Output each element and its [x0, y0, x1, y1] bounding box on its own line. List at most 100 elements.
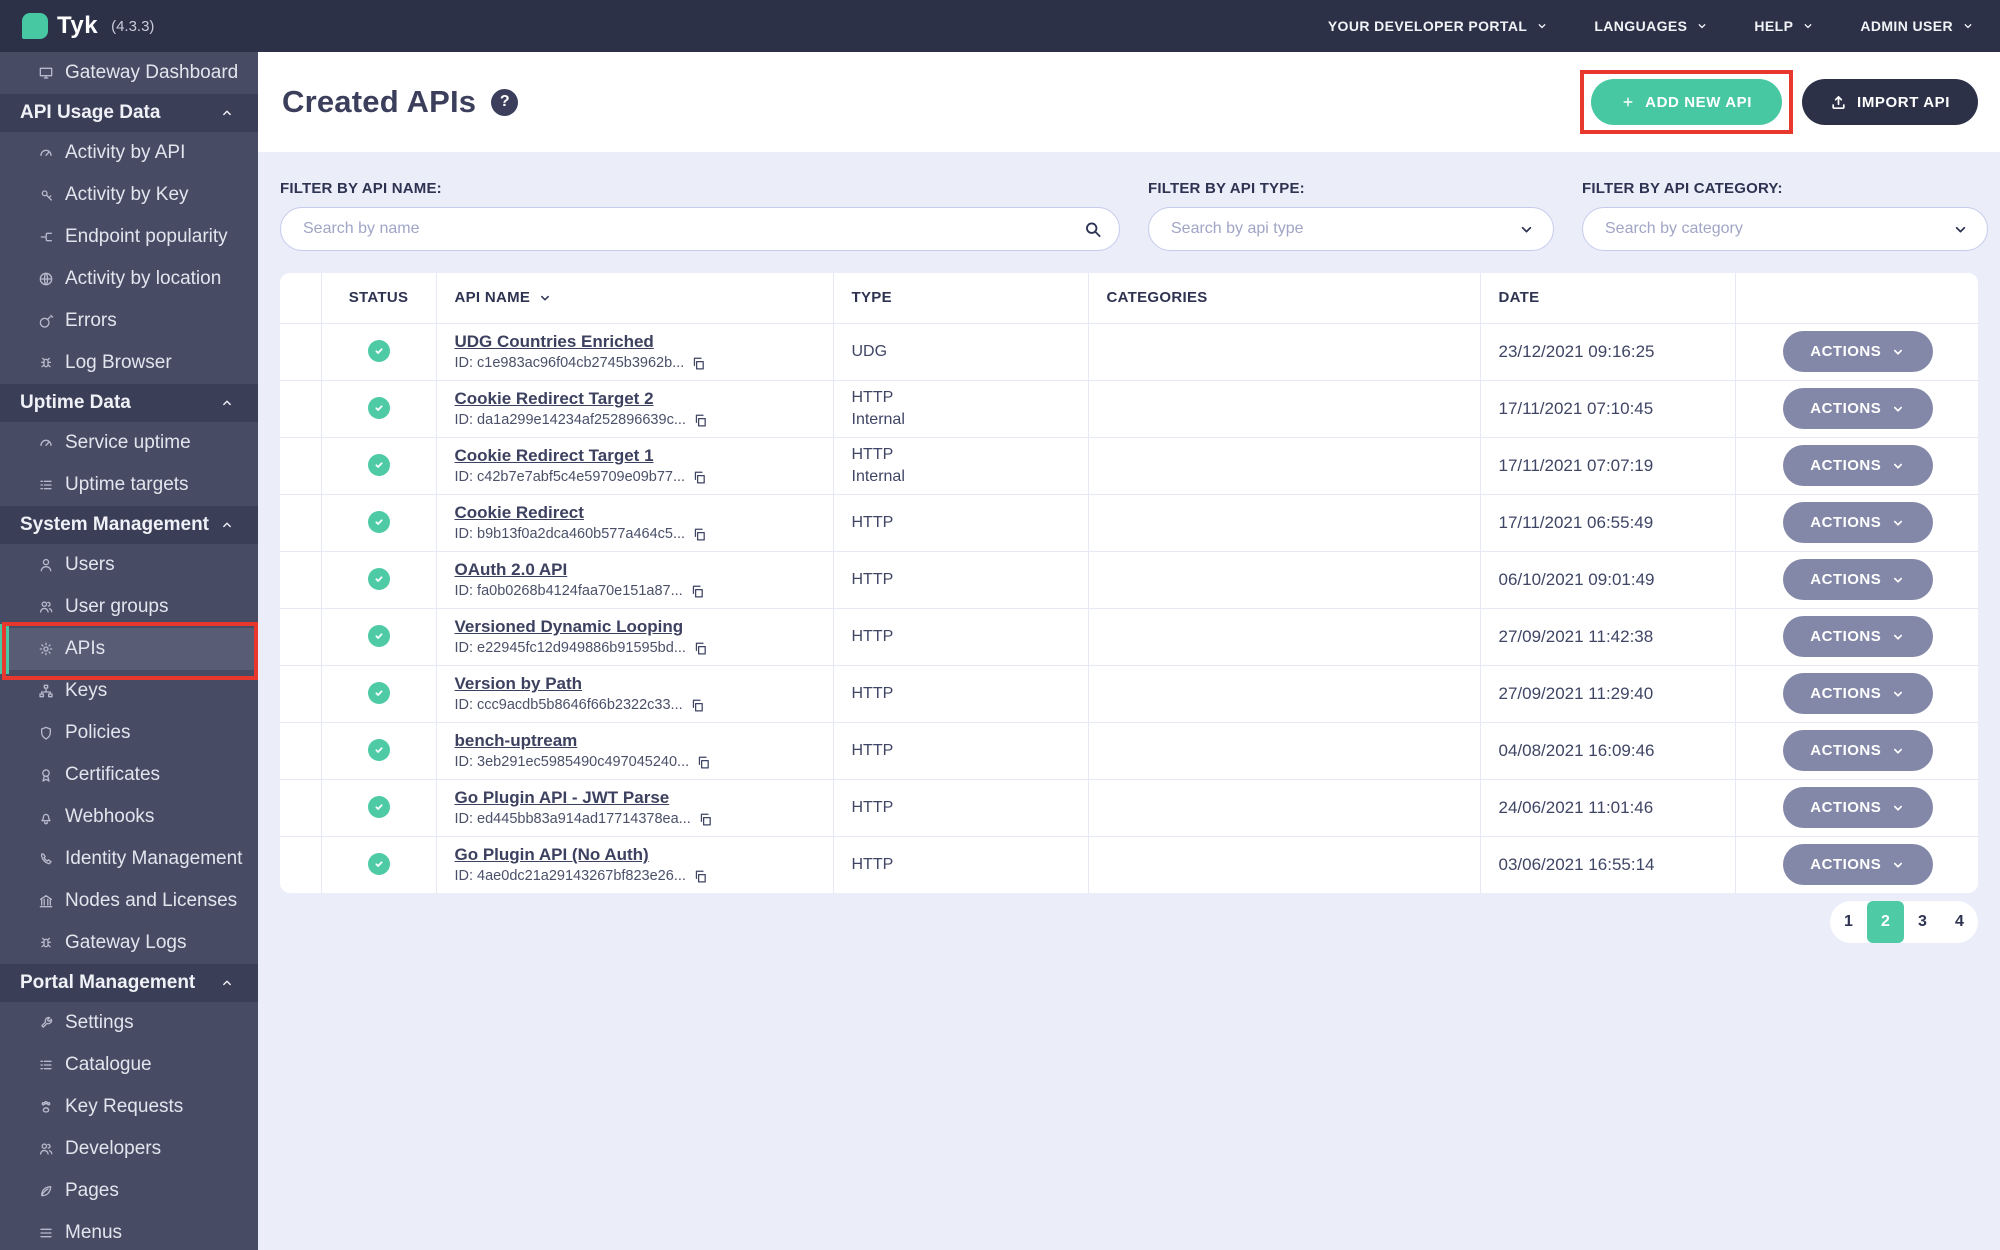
- filter-search-by-api-type-select[interactable]: Search by api type: [1148, 207, 1554, 251]
- sidebar-item-service-uptime[interactable]: Service uptime: [0, 422, 258, 464]
- sidebar-item-webhooks[interactable]: Webhooks: [0, 796, 258, 838]
- sidebar-section-uptime-data[interactable]: Uptime Data: [0, 384, 258, 422]
- api-name-link[interactable]: Go Plugin API (No Auth): [455, 845, 649, 865]
- api-name-link[interactable]: Go Plugin API - JWT Parse: [455, 788, 670, 808]
- sidebar-item-developers[interactable]: Developers: [0, 1128, 258, 1170]
- actions-button[interactable]: ACTIONS: [1783, 787, 1933, 828]
- copy-icon[interactable]: [693, 413, 708, 428]
- topbar-menu-help[interactable]: HELP: [1754, 18, 1814, 34]
- copy-icon[interactable]: [692, 527, 707, 542]
- date-text: 17/11/2021 07:10:45: [1499, 399, 1654, 418]
- date-text: 17/11/2021 06:55:49: [1499, 513, 1654, 532]
- copy-icon[interactable]: [693, 641, 708, 656]
- sidebar-item-key-requests[interactable]: Key Requests: [0, 1086, 258, 1128]
- actions-button[interactable]: ACTIONS: [1783, 331, 1933, 372]
- actions-button[interactable]: ACTIONS: [1783, 673, 1933, 714]
- type-line: HTTP: [852, 444, 1088, 466]
- api-name-link[interactable]: OAuth 2.0 API: [455, 560, 568, 580]
- sidebar-item-activity-by-api[interactable]: Activity by API: [0, 132, 258, 174]
- sidebar-item-activity-by-key[interactable]: Activity by Key: [0, 174, 258, 216]
- api-name-link[interactable]: UDG Countries Enriched: [455, 332, 654, 352]
- status-cell: [321, 722, 436, 779]
- topbar-menu-your-developer-portal[interactable]: YOUR DEVELOPER PORTAL: [1328, 18, 1549, 34]
- sidebar-item-gateway-dashboard[interactable]: Gateway Dashboard: [0, 52, 258, 94]
- chevron-up-icon: [220, 396, 234, 410]
- actions-label: ACTIONS: [1810, 343, 1881, 360]
- status-cell: [321, 665, 436, 722]
- col-header-label: API NAME: [455, 289, 531, 306]
- actions-button[interactable]: ACTIONS: [1783, 445, 1933, 486]
- copy-icon[interactable]: [698, 812, 713, 827]
- help-icon[interactable]: ?: [491, 89, 518, 116]
- page-1-button[interactable]: 1: [1830, 901, 1867, 943]
- sidebar-item-uptime-targets[interactable]: Uptime targets: [0, 464, 258, 506]
- sidebar-item-nodes-and-licenses[interactable]: Nodes and Licenses: [0, 880, 258, 922]
- sidebar-item-gateway-logs[interactable]: Gateway Logs: [0, 922, 258, 964]
- page-header: Created APIs ? ADD NEW API IMPORT API: [258, 52, 2000, 152]
- search-icon-wrap[interactable]: [1083, 220, 1102, 239]
- sidebar-item-pages[interactable]: Pages: [0, 1170, 258, 1212]
- page-2-button[interactable]: 2: [1867, 901, 1904, 943]
- copy-icon[interactable]: [690, 698, 705, 713]
- sidebar-item-endpoint-popularity[interactable]: Endpoint popularity: [0, 216, 258, 258]
- sidebar-section-portal-management[interactable]: Portal Management: [0, 964, 258, 1002]
- sidebar-item-log-browser[interactable]: Log Browser: [0, 342, 258, 384]
- api-name-link[interactable]: Versioned Dynamic Looping: [455, 617, 684, 637]
- status-active-icon: [368, 625, 390, 647]
- add-new-api-button[interactable]: ADD NEW API: [1591, 79, 1782, 125]
- sidebar-item-user-groups[interactable]: User groups: [0, 586, 258, 628]
- type-line: HTTP: [852, 683, 1088, 705]
- api-name-link[interactable]: Cookie Redirect Target 1: [455, 446, 654, 466]
- page-3-button[interactable]: 3: [1904, 901, 1941, 943]
- date-cell: 27/09/2021 11:42:38: [1480, 608, 1735, 665]
- api-name-link[interactable]: Cookie Redirect Target 2: [455, 389, 654, 409]
- sort-header[interactable]: API NAME: [455, 289, 553, 306]
- topbar-menu-label: HELP: [1754, 18, 1793, 34]
- actions-button[interactable]: ACTIONS: [1783, 730, 1933, 771]
- copy-icon[interactable]: [696, 755, 711, 770]
- actions-button[interactable]: ACTIONS: [1783, 559, 1933, 600]
- api-id-row: ID: da1a299e14234af252896639c...: [455, 412, 833, 428]
- users-icon: [38, 1141, 54, 1157]
- list-icon: [38, 1057, 54, 1073]
- sidebar-item-settings[interactable]: Settings: [0, 1002, 258, 1044]
- api-name-link[interactable]: Cookie Redirect: [455, 503, 584, 523]
- sidebar-item-activity-by-location[interactable]: Activity by location: [0, 258, 258, 300]
- filter-search-by-category-select[interactable]: Search by category: [1582, 207, 1988, 251]
- sidebar-item-label: Catalogue: [65, 1054, 152, 1076]
- sidebar-item-certificates[interactable]: Certificates: [0, 754, 258, 796]
- filter-search-by-name-input[interactable]: [280, 207, 1120, 251]
- sidebar-item-errors[interactable]: Errors: [0, 300, 258, 342]
- filter-control: Search by category: [1582, 207, 1988, 251]
- page-4-button[interactable]: 4: [1941, 901, 1978, 943]
- sidebar-item-policies[interactable]: Policies: [0, 712, 258, 754]
- actions-cell: ACTIONS: [1735, 722, 1978, 779]
- actions-button[interactable]: ACTIONS: [1783, 844, 1933, 885]
- import-api-button[interactable]: IMPORT API: [1802, 79, 1978, 125]
- actions-button[interactable]: ACTIONS: [1783, 616, 1933, 657]
- key-icon: [38, 187, 54, 203]
- date-text: 06/10/2021 09:01:49: [1499, 570, 1655, 589]
- copy-icon[interactable]: [692, 470, 707, 485]
- copy-icon[interactable]: [693, 869, 708, 884]
- topbar: Tyk (4.3.3) YOUR DEVELOPER PORTALLANGUAG…: [0, 0, 2000, 52]
- categories-cell: [1088, 779, 1480, 836]
- sidebar-item-menus[interactable]: Menus: [0, 1212, 258, 1250]
- sidebar-section-system-management[interactable]: System Management: [0, 506, 258, 544]
- topbar-menu-languages[interactable]: LANGUAGES: [1594, 18, 1708, 34]
- api-name-link[interactable]: bench-uptream: [455, 731, 578, 751]
- sidebar-item-identity-management[interactable]: Identity Management: [0, 838, 258, 880]
- topbar-menu-admin-user[interactable]: ADMIN USER: [1860, 18, 1974, 34]
- sidebar-item-keys[interactable]: Keys: [0, 670, 258, 712]
- copy-icon[interactable]: [691, 356, 706, 371]
- sidebar-item-apis[interactable]: APIs: [0, 628, 258, 670]
- copy-icon[interactable]: [690, 584, 705, 599]
- api-name-link[interactable]: Version by Path: [455, 674, 583, 694]
- actions-button[interactable]: ACTIONS: [1783, 388, 1933, 429]
- sidebar-item-catalogue[interactable]: Catalogue: [0, 1044, 258, 1086]
- actions-button[interactable]: ACTIONS: [1783, 502, 1933, 543]
- api-id-row: ID: ccc9acdb5b8646f66b2322c33...: [455, 697, 833, 713]
- table-row: bench-uptreamID: 3eb291ec5985490c4970452…: [280, 722, 1978, 779]
- sidebar-item-users[interactable]: Users: [0, 544, 258, 586]
- sidebar-section-api-usage-data[interactable]: API Usage Data: [0, 94, 258, 132]
